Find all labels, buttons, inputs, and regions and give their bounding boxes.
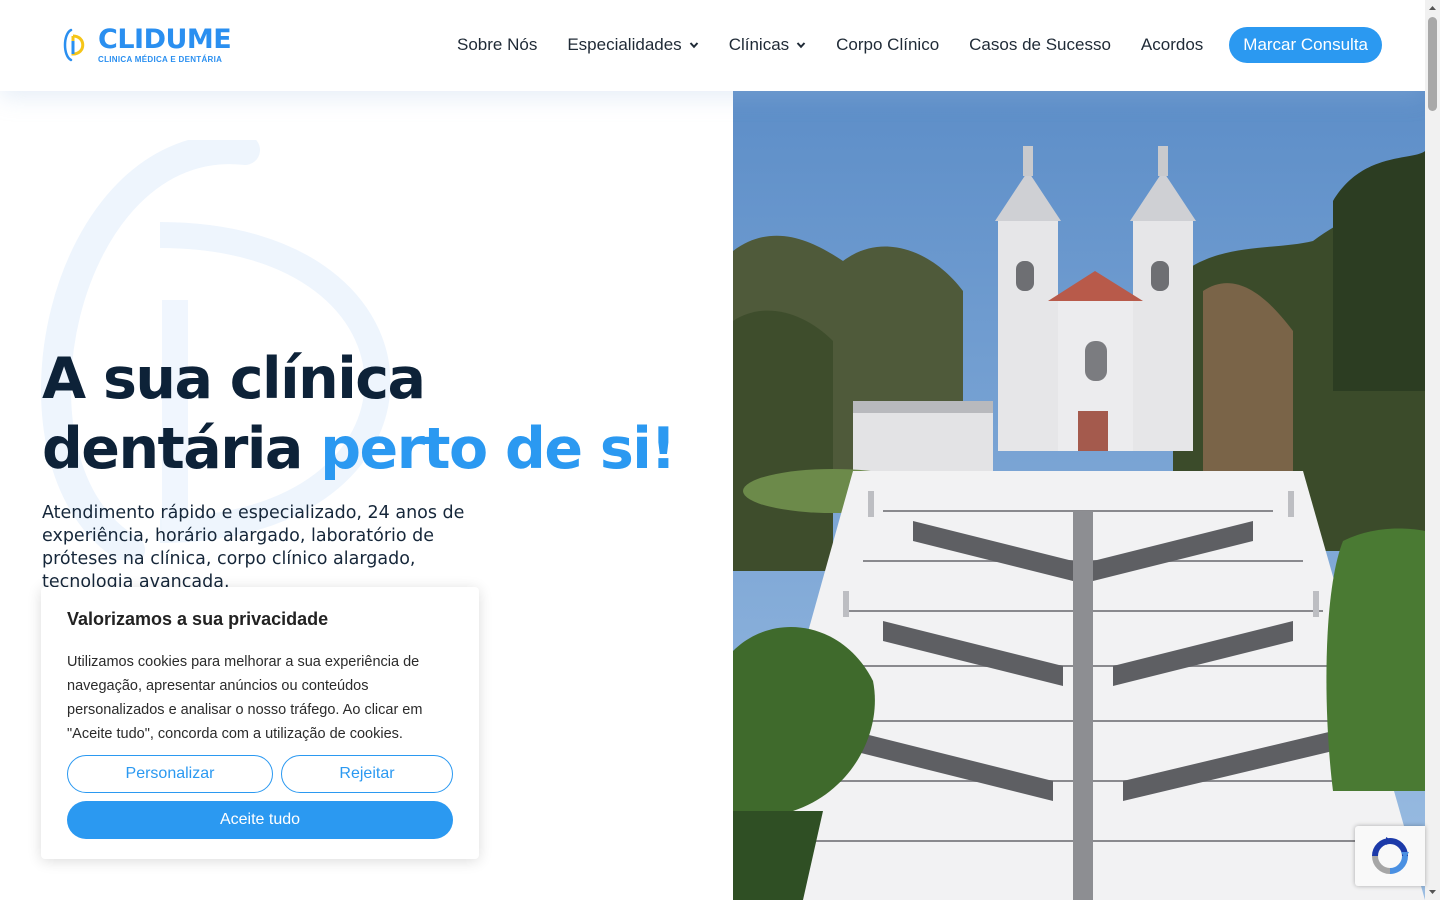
hero-title: A sua clínica dentária perto de si!	[42, 344, 676, 484]
nav-item-label: Corpo Clínico	[836, 35, 940, 54]
nav-item-label: Clínicas	[728, 35, 790, 54]
scroll-down-arrow-icon[interactable]	[1428, 887, 1437, 896]
cookie-text: Utilizamos cookies para melhorar a sua e…	[67, 654, 423, 742]
recaptcha-icon	[1372, 837, 1409, 874]
accept-all-button[interactable]: Aceite tudo	[67, 801, 453, 839]
site-logo[interactable]: CLIDUME CLINICA MÉDICA E DENTÁRIA	[62, 24, 232, 64]
main-nav: Sobre Nós Especialidades Clínicas Corpo …	[457, 27, 1382, 63]
scroll-up-arrow-icon[interactable]	[1428, 4, 1437, 13]
page-scrollbar[interactable]	[1425, 0, 1440, 900]
hero-description: Atendimento rápido e especializado, 24 a…	[42, 503, 465, 592]
cookie-consent-banner: Valorizamos a sua privacidade Utilizamos…	[41, 587, 479, 859]
sanctuary-photo-illustration	[733, 91, 1425, 900]
hero-image	[733, 91, 1425, 900]
book-appointment-button[interactable]: Marcar Consulta	[1229, 27, 1382, 63]
nav-item-label: Especialidades	[567, 35, 682, 54]
nav-item-corpo-clinico[interactable]: Corpo Clínico	[836, 35, 939, 55]
logo-icon	[63, 28, 85, 62]
cookie-title: Valorizamos a sua privacidade	[67, 609, 329, 629]
scroll-thumb[interactable]	[1428, 17, 1437, 111]
reject-button[interactable]: Rejeitar	[281, 755, 453, 793]
logo-name: CLIDUME	[98, 24, 232, 55]
recaptcha-badge[interactable]	[1355, 826, 1425, 886]
chevron-down-icon	[796, 42, 806, 49]
nav-item-sobre-nos[interactable]: Sobre Nós	[457, 35, 537, 55]
customize-button[interactable]: Personalizar	[67, 755, 273, 793]
nav-item-acordos[interactable]: Acordos	[1141, 35, 1203, 55]
nav-item-clinicas[interactable]: Clínicas	[729, 35, 806, 55]
logo-tagline: CLINICA MÉDICA E DENTÁRIA	[98, 55, 223, 64]
hero-title-line1: A sua clínica	[42, 346, 426, 412]
site-header: CLIDUME CLINICA MÉDICA E DENTÁRIA Sobre …	[0, 0, 1425, 91]
hero-title-accent: perto de si!	[320, 416, 676, 482]
nav-item-label: Acordos	[1140, 35, 1204, 54]
nav-item-label: Casos de Sucesso	[969, 35, 1111, 54]
hero-title-line2: dentária	[42, 416, 303, 482]
nav-item-label: Sobre Nós	[457, 35, 538, 54]
nav-item-especialidades[interactable]: Especialidades	[567, 35, 698, 55]
chevron-down-icon	[689, 42, 698, 49]
nav-item-casos-de-sucesso[interactable]: Casos de Sucesso	[969, 35, 1111, 55]
